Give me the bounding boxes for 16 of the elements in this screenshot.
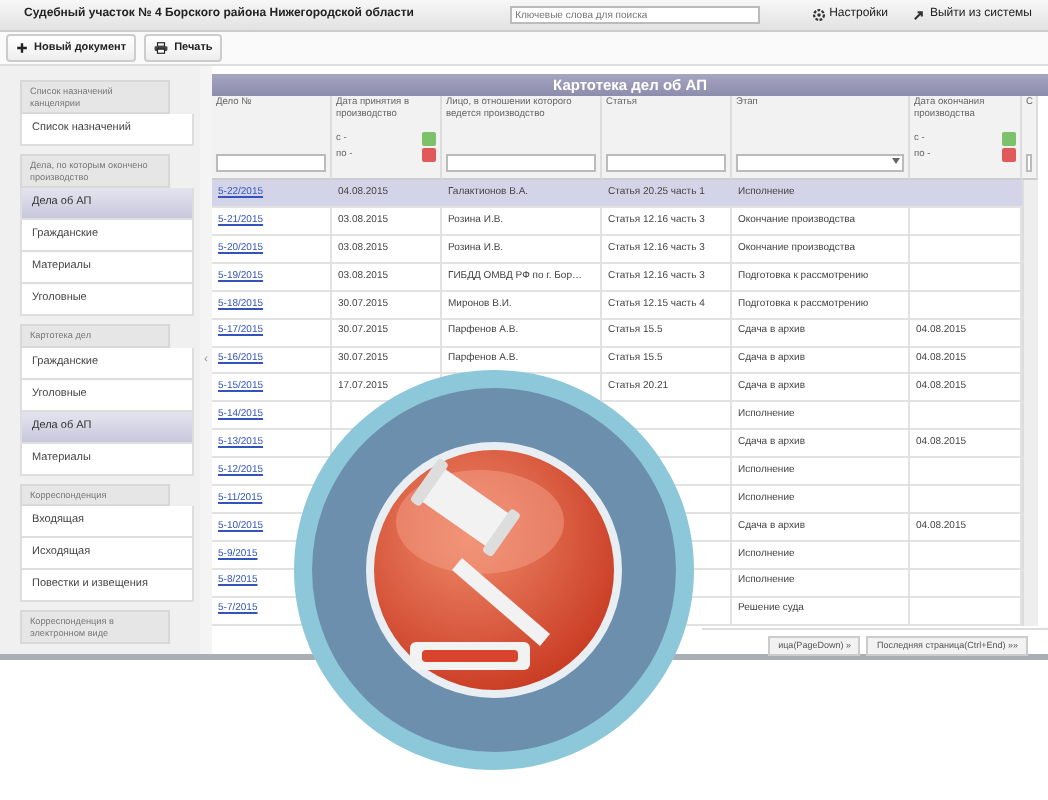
filter-field[interactable]	[1026, 154, 1032, 173]
clear-filter-button[interactable]	[422, 147, 436, 162]
filter-field[interactable]	[446, 154, 596, 173]
clear-filter-button[interactable]	[1002, 147, 1016, 162]
printer-icon	[154, 42, 169, 54]
plus-icon	[16, 42, 28, 54]
caret-icon	[892, 158, 900, 165]
filter-field[interactable]	[216, 154, 326, 173]
vertical-scrollbar[interactable]	[1022, 180, 1038, 625]
filter-dropdown[interactable]	[736, 154, 904, 173]
horizontal-scrollbar[interactable]	[702, 627, 1048, 629]
filter-field[interactable]	[606, 154, 726, 173]
apply-filter-button[interactable]	[1002, 131, 1016, 146]
apply-filter-button[interactable]	[422, 131, 436, 146]
gear-icon	[811, 8, 826, 22]
exit-icon	[911, 8, 926, 22]
